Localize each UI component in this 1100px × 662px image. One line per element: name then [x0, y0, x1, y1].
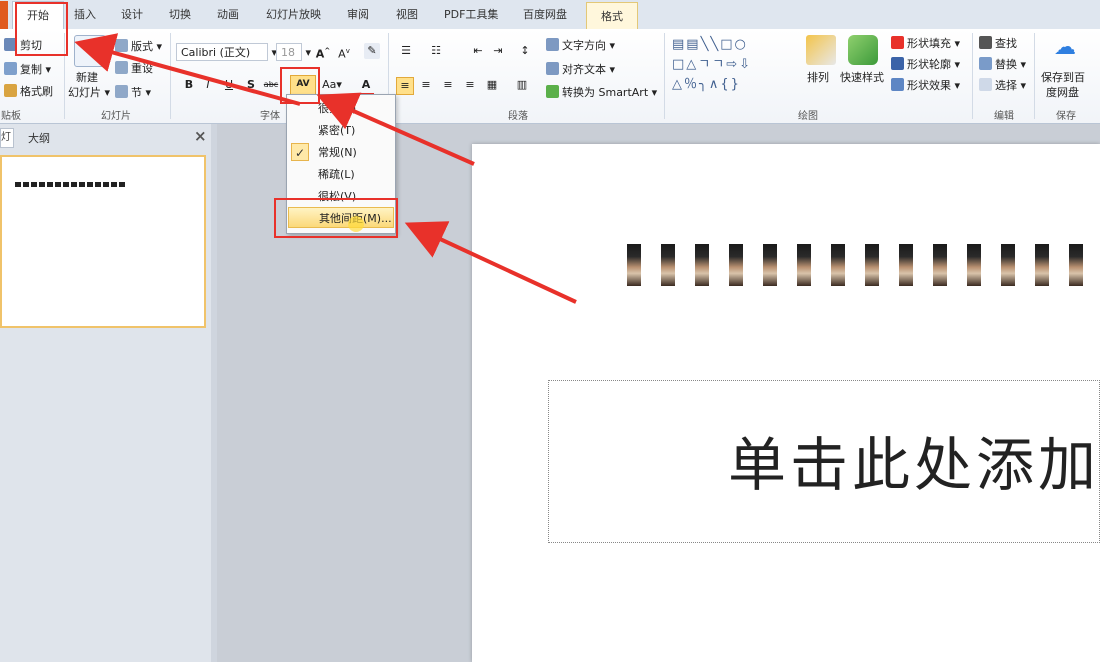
arrow-to-spacing-button: [316, 92, 475, 166]
annotation-arrows: [74, 33, 577, 304]
arrow-to-more-spacing: [404, 221, 577, 304]
arrow-to-home-tab: [74, 33, 301, 106]
